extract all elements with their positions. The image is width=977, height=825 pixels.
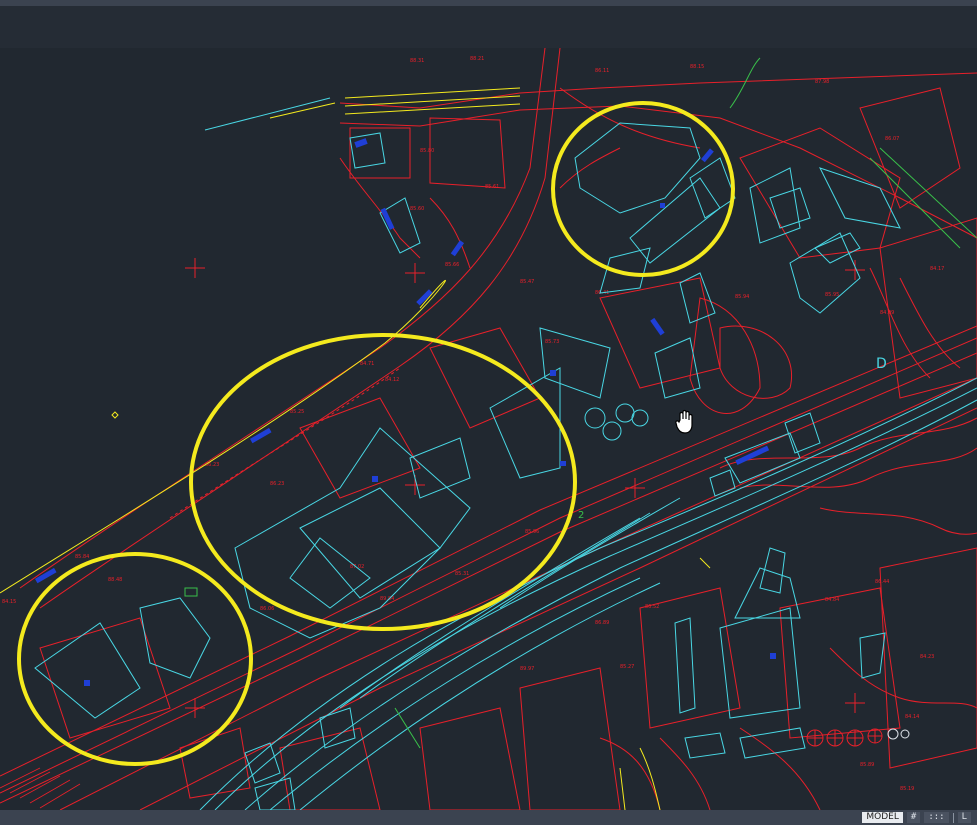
svg-text:86.89: 86.89 <box>595 620 609 626</box>
svg-text:87.98: 87.98 <box>815 79 829 85</box>
svg-text:86.07: 86.07 <box>885 136 899 142</box>
svg-text:86.11: 86.11 <box>595 68 609 74</box>
svg-text:85.73: 85.73 <box>545 339 559 345</box>
svg-text:85.95: 85.95 <box>825 292 839 298</box>
svg-text:85.60: 85.60 <box>410 206 424 212</box>
topography-layer <box>0 48 977 810</box>
svg-text:86.52: 86.52 <box>645 604 659 610</box>
svg-text:84.15: 84.15 <box>2 599 16 605</box>
svg-text:85.94: 85.94 <box>735 294 749 300</box>
svg-text:86.06: 86.06 <box>260 606 274 612</box>
zone-d-label: D <box>876 356 887 372</box>
svg-text:89.97: 89.97 <box>520 666 534 672</box>
svg-text:85.89: 85.89 <box>860 762 874 768</box>
ortho-toggle-button[interactable]: L <box>957 812 971 823</box>
small-white-circles <box>887 728 910 740</box>
elevation-labels: 88.31 88.21 86.11 88.15 87.98 86.07 85.8… <box>2 56 944 792</box>
insertion-point-marker <box>111 411 119 419</box>
svg-text:84.12: 84.12 <box>385 377 399 383</box>
drawing-tab-strip <box>0 6 977 48</box>
highlight-ring-top-right <box>551 101 735 277</box>
svg-text:84.17: 84.17 <box>930 266 944 272</box>
svg-text:84.99: 84.99 <box>880 310 894 316</box>
status-bar: MODEL # ::: L <box>0 810 977 825</box>
svg-text:85.80: 85.80 <box>420 148 434 154</box>
svg-text:84.84: 84.84 <box>825 597 839 603</box>
svg-text:85.84: 85.84 <box>75 554 89 560</box>
snap-toggle-button[interactable]: ::: <box>924 812 949 823</box>
svg-text:85.31: 85.31 <box>455 571 469 577</box>
buildings-layer <box>34 97 977 810</box>
svg-text:88.31: 88.31 <box>410 58 424 64</box>
cad-drawing-viewport[interactable]: 88.31 88.21 86.11 88.15 87.98 86.07 85.8… <box>0 48 977 810</box>
svg-text:87.02: 87.02 <box>350 564 364 570</box>
green-lines <box>184 57 977 749</box>
tree-symbols <box>806 728 883 747</box>
status-bar-separator <box>952 812 954 823</box>
parking-marks <box>34 138 776 686</box>
highlight-ring-bottom-left <box>17 552 253 766</box>
zone-2-label: 2 <box>578 510 584 521</box>
svg-text:85.96: 85.96 <box>525 529 539 535</box>
hand-pan-cursor-icon <box>675 409 693 434</box>
svg-text:86.44: 86.44 <box>875 579 889 585</box>
svg-text:88.21: 88.21 <box>470 56 484 62</box>
road-edge-lines <box>0 87 711 810</box>
svg-text:85.25: 85.25 <box>290 409 304 415</box>
svg-text:84.23: 84.23 <box>920 654 934 660</box>
svg-text:86.23: 86.23 <box>270 481 284 487</box>
svg-text:85.47: 85.47 <box>520 279 534 285</box>
svg-text:84.14: 84.14 <box>905 714 919 720</box>
svg-text:85.19: 85.19 <box>900 786 914 792</box>
svg-text:85.66: 85.66 <box>445 262 459 268</box>
svg-text:88.15: 88.15 <box>690 64 704 70</box>
svg-text:85.61: 85.61 <box>485 184 499 190</box>
svg-text:88.48: 88.48 <box>108 577 122 583</box>
svg-text:85.27: 85.27 <box>620 664 634 670</box>
svg-text:86.23: 86.23 <box>205 462 219 468</box>
svg-text:84.71: 84.71 <box>360 361 374 367</box>
grid-toggle-button[interactable]: # <box>906 812 921 823</box>
model-space-button[interactable]: MODEL <box>862 812 903 823</box>
